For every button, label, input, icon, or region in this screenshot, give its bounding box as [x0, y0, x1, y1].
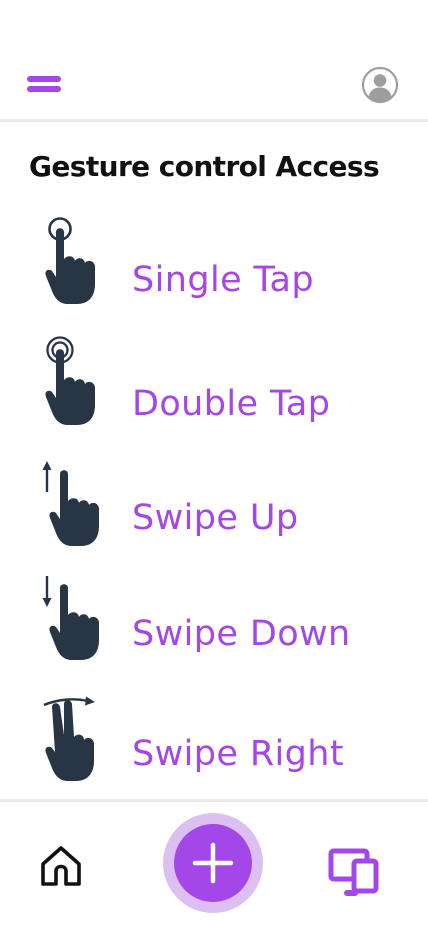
swipe-up-gesture-icon [42, 461, 99, 546]
menu-button[interactable] [26, 74, 62, 94]
gesture-label: Swipe Down [132, 614, 351, 654]
double-tap-gesture-icon [45, 336, 95, 425]
header-divider [0, 119, 428, 122]
gesture-label: Double Tap [132, 384, 331, 424]
app-header [0, 0, 428, 120]
single-tap-gesture-icon [45, 217, 95, 304]
gesture-label: Swipe Up [132, 498, 299, 538]
swipe-right-gesture-icon [43, 696, 95, 781]
devices-button[interactable] [328, 847, 380, 899]
gesture-item-swipe-up[interactable]: Swipe Up [0, 456, 428, 556]
gesture-item-double-tap[interactable]: Double Tap [0, 336, 428, 436]
page-title: Gesture control Access [29, 150, 380, 183]
hamburger-menu-line [27, 86, 61, 92]
profile-button[interactable] [361, 66, 399, 104]
hamburger-menu-icon [27, 76, 61, 82]
gesture-item-swipe-down[interactable]: Swipe Down [0, 572, 428, 672]
gesture-item-swipe-right[interactable]: Swipe Right [0, 694, 428, 794]
user-avatar-icon [361, 66, 399, 104]
plus-icon [192, 842, 234, 884]
swipe-down-gesture-icon [42, 576, 99, 660]
home-icon [41, 846, 81, 886]
devices-icon [328, 848, 379, 896]
gesture-label: Single Tap [132, 260, 314, 300]
gesture-item-single-tap[interactable]: Single Tap [0, 216, 428, 316]
bottom-navigation [0, 802, 428, 926]
home-button[interactable] [38, 844, 84, 890]
add-button[interactable] [174, 824, 252, 902]
gesture-label: Swipe Right [132, 734, 345, 774]
